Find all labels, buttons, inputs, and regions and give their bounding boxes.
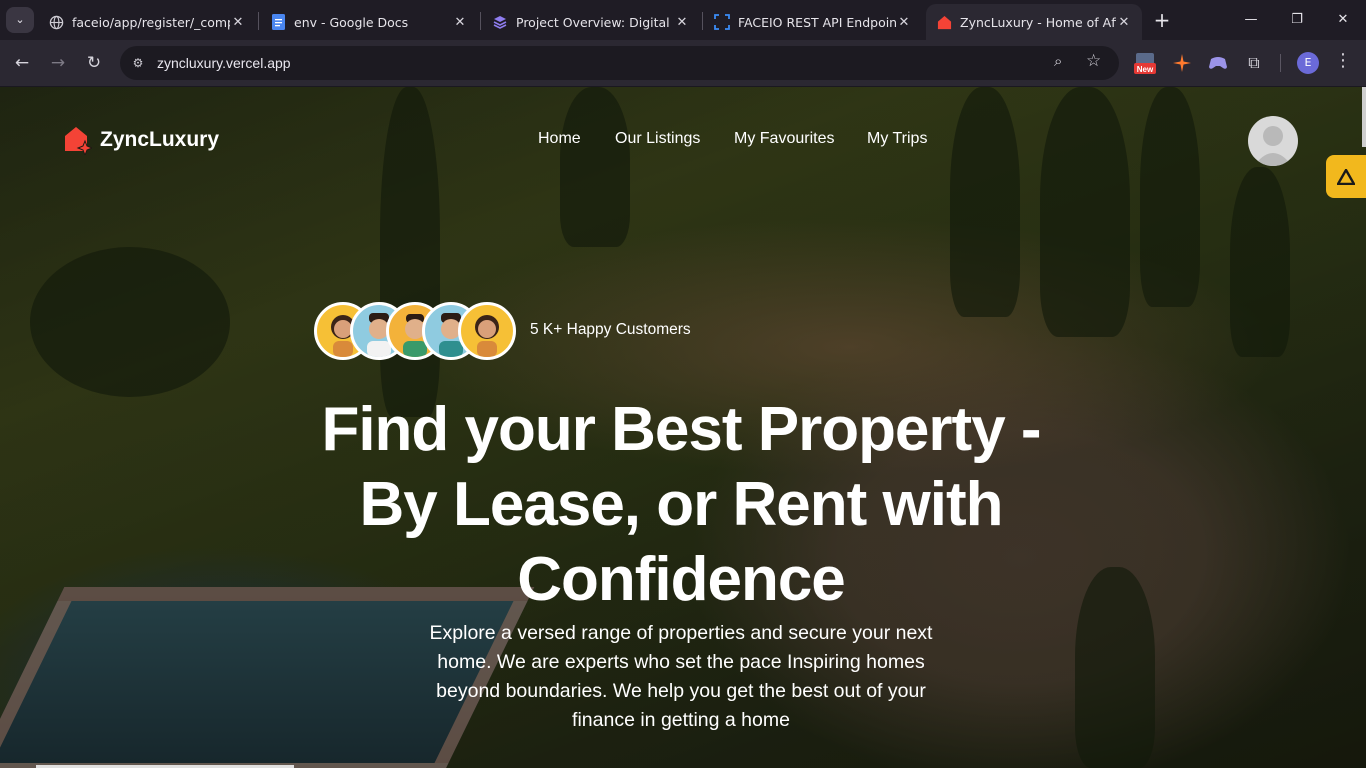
- tab-title: ZyncLuxury - Home of Afford: [960, 14, 1116, 30]
- minimize-icon[interactable]: —: [1235, 8, 1267, 32]
- close-tab-icon[interactable]: ✕: [896, 15, 912, 30]
- extension-badge-label: New: [1137, 65, 1154, 74]
- nav-my-favourites[interactable]: My Favourites: [734, 130, 834, 148]
- google-docs-icon: [270, 14, 286, 30]
- cypress-tree: [1075, 567, 1155, 768]
- bookmark-star-icon[interactable]: ☆: [1086, 51, 1101, 71]
- brand-name: ZyncLuxury: [100, 128, 220, 151]
- restore-icon[interactable]: ❐: [1281, 8, 1313, 32]
- page-scrollbar[interactable]: [1362, 87, 1366, 147]
- back-icon[interactable]: ←: [8, 50, 36, 76]
- brand-logo[interactable]: ZyncLuxury: [64, 125, 219, 155]
- user-avatar[interactable]: [1248, 116, 1298, 166]
- search-icon[interactable]: ⌕: [1054, 52, 1062, 70]
- close-tab-icon[interactable]: ✕: [452, 15, 468, 30]
- reload-icon[interactable]: ↻: [80, 50, 108, 76]
- tab-zyncluxury[interactable]: ZyncLuxury - Home of Afford ✕: [926, 4, 1142, 40]
- happy-customers-count: 5 K+ Happy Customers: [530, 321, 691, 338]
- headline-line: Confidence: [517, 545, 846, 614]
- project-icon: [492, 14, 508, 30]
- cypress-tree: [1230, 167, 1290, 357]
- tab-title: FACEIO REST API Endpoints: [738, 14, 896, 30]
- customer-avatars: [314, 302, 524, 362]
- new-badge-extension-icon[interactable]: New: [1133, 51, 1157, 75]
- game-extension-icon[interactable]: [1206, 51, 1230, 75]
- side-widget-button[interactable]: [1326, 155, 1366, 198]
- cypress-tree: [380, 87, 440, 417]
- close-tab-icon[interactable]: ✕: [230, 15, 246, 30]
- close-tab-icon[interactable]: ✕: [1116, 15, 1132, 30]
- tab-project-overview[interactable]: Project Overview: Digital Wa ✕: [482, 4, 700, 40]
- close-window-icon[interactable]: ✕: [1327, 8, 1359, 32]
- address-bar[interactable]: ⚙ zyncluxury.vercel.app ⌕ ☆: [120, 46, 1119, 80]
- tab-separator: [480, 12, 481, 30]
- cypress-tree: [1140, 87, 1200, 307]
- tab-faceio-register[interactable]: faceio/app/register/_compor ✕: [38, 4, 256, 40]
- url-text: zyncluxury.vercel.app: [157, 55, 291, 71]
- puzzle-icon[interactable]: ⧉: [1242, 51, 1266, 75]
- browser-menu-icon[interactable]: ⋮: [1334, 50, 1352, 71]
- browser-chrome: ⌄ faceio/app/register/_compor ✕ env - Go…: [0, 0, 1366, 87]
- forward-icon[interactable]: →: [44, 50, 72, 76]
- nav-our-listings[interactable]: Our Listings: [615, 130, 700, 148]
- globe-icon: [48, 14, 64, 30]
- tab-title: env - Google Docs: [294, 14, 409, 30]
- close-tab-icon[interactable]: ✕: [674, 15, 690, 30]
- browser-toolbar: ← → ↻ ⚙ zyncluxury.vercel.app ⌕ ☆ New ⧉ …: [0, 40, 1366, 87]
- spark-extension-icon[interactable]: [1170, 51, 1194, 75]
- triangle-logo-icon: [1337, 168, 1355, 185]
- site-info-icon[interactable]: ⚙: [128, 53, 148, 73]
- tab-env-google-docs[interactable]: env - Google Docs ✕: [260, 4, 478, 40]
- new-tab-button[interactable]: +: [1150, 7, 1174, 33]
- cypress-tree: [950, 87, 1020, 317]
- tab-search-button[interactable]: ⌄: [6, 7, 34, 33]
- tab-separator: [258, 12, 259, 30]
- headline-line: Find your Best Property -: [321, 395, 1041, 464]
- cypress-tree: [1040, 87, 1130, 337]
- hero-headline: Find your Best Property - By Lease, or R…: [283, 392, 1079, 617]
- toolbar-separator: [1280, 54, 1281, 72]
- nav-home[interactable]: Home: [538, 130, 581, 148]
- faceio-icon: [714, 14, 730, 30]
- headline-line: By Lease, or Rent with: [359, 470, 1004, 539]
- hero-section: ZyncLuxury Home Our Listings My Favourit…: [0, 87, 1366, 768]
- tab-title: faceio/app/register/_compor: [72, 14, 230, 30]
- tab-separator: [702, 12, 703, 30]
- cypress-tree: [560, 87, 630, 247]
- tab-title: Project Overview: Digital Wa: [516, 14, 674, 30]
- house-logo-icon: [65, 127, 92, 155]
- zyncluxury-icon: [936, 14, 952, 30]
- user-icon: [1254, 126, 1292, 166]
- customer-avatar: [458, 302, 516, 360]
- tab-strip: ⌄ faceio/app/register/_compor ✕ env - Go…: [0, 0, 1366, 40]
- tab-faceio-rest-api[interactable]: FACEIO REST API Endpoints ✕: [704, 4, 922, 40]
- profile-avatar[interactable]: E: [1297, 52, 1319, 74]
- olive-tree: [30, 247, 230, 397]
- hero-description: Explore a versed range of properties and…: [429, 622, 933, 731]
- nav-my-trips[interactable]: My Trips: [867, 130, 927, 148]
